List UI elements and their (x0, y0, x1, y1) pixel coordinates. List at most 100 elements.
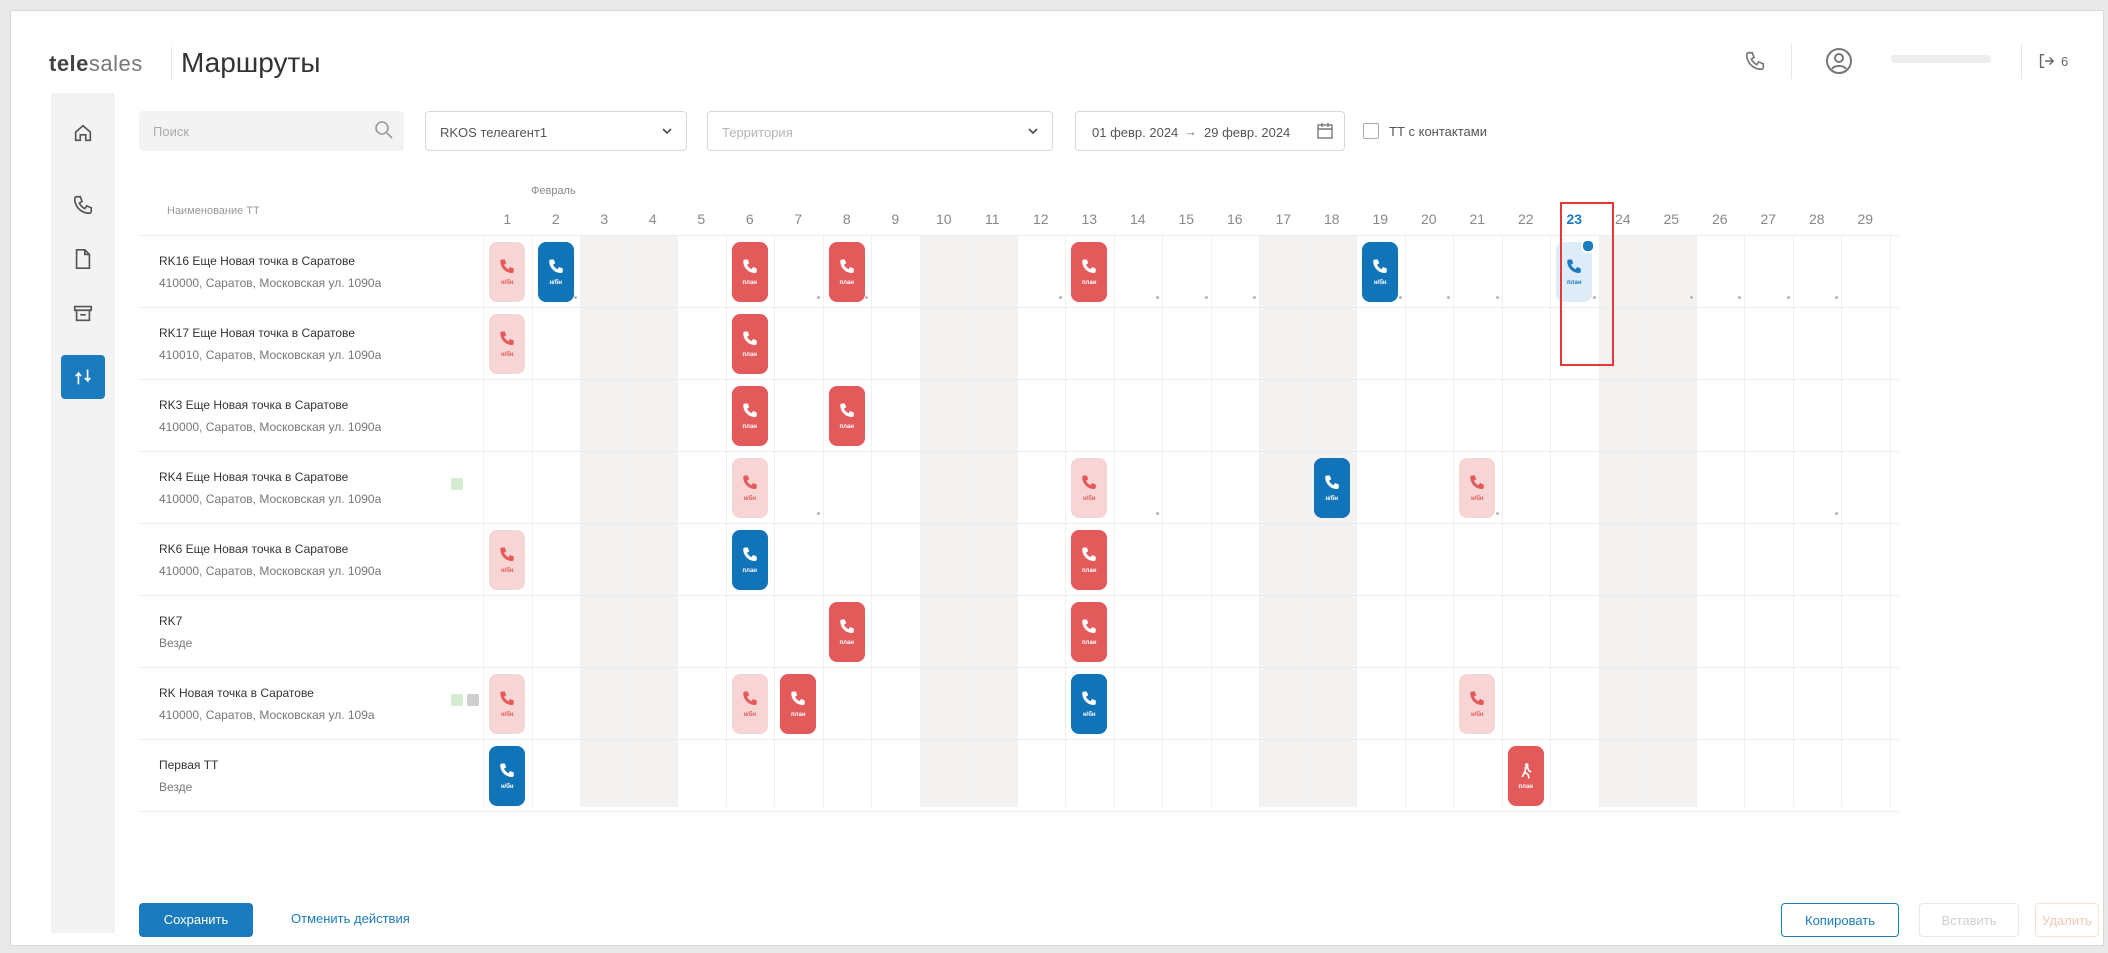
day-number[interactable]: 9 (871, 211, 919, 227)
home-icon (74, 124, 92, 142)
sidebar-item-outlets[interactable] (61, 291, 105, 335)
route-event-phone[interactable]: н/бн (1071, 674, 1108, 734)
day-number[interactable]: 2 (532, 211, 580, 227)
route-event-phone[interactable]: н/бн (489, 746, 526, 806)
day-number[interactable]: 27 (1744, 211, 1792, 227)
route-event-phone[interactable]: план (1071, 242, 1108, 302)
chevron-down-icon (1028, 128, 1038, 135)
phone-icon (73, 195, 93, 215)
table-row[interactable]: RK3 Еще Новая точка в Саратове 410000, Са… (139, 379, 1899, 452)
contacts-checkbox[interactable] (1363, 123, 1379, 139)
table-row[interactable]: RK4 Еще Новая точка в Саратове 410000, Са… (139, 451, 1899, 524)
copy-button[interactable]: Копировать (1781, 903, 1899, 937)
route-event-phone[interactable]: н/бн (1459, 458, 1496, 518)
phone-icon (1082, 547, 1096, 561)
agent-select[interactable]: RKOS телеагент1 (425, 111, 687, 151)
route-event-phone[interactable]: н/бн (731, 674, 768, 734)
outlet-address: 410000, Саратов, Московская ул. 1090а (159, 564, 382, 578)
sidebar-item-routes[interactable] (61, 355, 105, 399)
chevron-down-icon (662, 128, 672, 135)
table-row[interactable]: Первая ТТ Везде н/бн план (139, 739, 1899, 812)
day-number[interactable]: 28 (1793, 211, 1841, 227)
day-number[interactable]: 13 (1065, 211, 1113, 227)
save-button[interactable]: Сохранить (139, 903, 253, 937)
event-status-label: план (1082, 640, 1097, 646)
day-number[interactable]: 21 (1453, 211, 1501, 227)
day-number[interactable]: 17 (1259, 211, 1307, 227)
route-event-phone[interactable]: план (731, 386, 768, 446)
day-number[interactable]: 25 (1647, 211, 1695, 227)
sidebar-item-home[interactable] (61, 111, 105, 155)
paste-button[interactable]: Вставить (1919, 903, 2019, 937)
cancel-actions-link[interactable]: Отменить действия (291, 911, 410, 926)
route-event-phone[interactable]: план (828, 242, 865, 302)
call-status-button[interactable] (1739, 45, 1771, 77)
day-number[interactable]: 26 (1696, 211, 1744, 227)
day-number[interactable]: 7 (774, 211, 822, 227)
sidebar-item-calls[interactable] (61, 183, 105, 227)
day-number[interactable]: 11 (968, 211, 1016, 227)
date-from: 01 февр. 2024 (1092, 125, 1179, 140)
day-number[interactable]: 19 (1356, 211, 1404, 227)
outlet-address: Везде (159, 780, 193, 794)
route-event-phone[interactable]: план (1071, 602, 1108, 662)
day-number[interactable]: 4 (629, 211, 677, 227)
logout-button[interactable]: 6 (2037, 45, 2097, 77)
route-event-phone[interactable]: н/бн (1071, 458, 1108, 518)
agent-select-value: RKOS телеагент1 (440, 125, 548, 140)
route-event-phone[interactable]: н/бн (489, 674, 526, 734)
route-event-phone[interactable]: н/бн (1313, 458, 1350, 518)
table-row[interactable]: RK17 Еще Новая точка в Саратове 410010, С… (139, 307, 1899, 380)
route-event-phone[interactable]: н/бн (489, 530, 526, 590)
route-event-phone[interactable]: план (1071, 530, 1108, 590)
route-event-phone[interactable]: н/бн (1459, 674, 1496, 734)
date-to: 29 февр. 2024 (1204, 125, 1291, 140)
day-number[interactable]: 18 (1308, 211, 1356, 227)
route-event-phone[interactable]: план (780, 674, 817, 734)
day-number[interactable]: 5 (677, 211, 725, 227)
date-separator: → (1184, 124, 1197, 139)
route-event-phone[interactable]: план (731, 242, 768, 302)
route-event-phone[interactable]: план (731, 314, 768, 374)
day-number[interactable]: 12 (1017, 211, 1065, 227)
day-number[interactable]: 14 (1114, 211, 1162, 227)
day-number[interactable]: 3 (580, 211, 628, 227)
day-number[interactable]: 22 (1502, 211, 1550, 227)
contact-person-icon (467, 694, 479, 706)
outlet-name: Первая ТТ (159, 758, 219, 772)
day-number[interactable]: 15 (1162, 211, 1210, 227)
delete-button[interactable]: Удалить (2035, 903, 2099, 937)
day-number[interactable]: 10 (920, 211, 968, 227)
route-event-phone[interactable]: план (828, 602, 865, 662)
table-row[interactable]: RK6 Еще Новая точка в Саратове 410000, Са… (139, 523, 1899, 596)
empty-slot-marker (1835, 512, 1838, 515)
route-event-phone[interactable]: план (828, 386, 865, 446)
day-number[interactable]: 6 (726, 211, 774, 227)
route-event-phone[interactable]: н/бн (489, 242, 526, 302)
territory-select[interactable]: Территория (707, 111, 1053, 151)
day-number[interactable]: 20 (1405, 211, 1453, 227)
table-row[interactable]: RK7 Везде план план (139, 595, 1899, 668)
table-row[interactable]: RK16 Еще Новая точка в Саратове 410000, С… (139, 235, 1899, 308)
route-event-phone[interactable]: н/бн (489, 314, 526, 374)
outlet-name: RK4 Еще Новая точка в Саратове (159, 470, 349, 484)
outlet-address: 410010, Саратов, Московская ул. 1090а (159, 348, 382, 362)
day-number[interactable]: 8 (823, 211, 871, 227)
user-avatar-button[interactable] (1823, 45, 1855, 77)
route-event-phone[interactable]: н/бн (1362, 242, 1399, 302)
date-range-picker[interactable]: 01 февр. 2024 → 29 февр. 2024 (1075, 111, 1345, 151)
route-event-phone[interactable]: н/бн (537, 242, 574, 302)
day-number[interactable]: 29 (1841, 211, 1889, 227)
outlet-address: 410000, Саратов, Московская ул. 1090а (159, 492, 382, 506)
phone-icon (500, 691, 514, 705)
sidebar-item-documents[interactable] (61, 237, 105, 281)
route-event-phone[interactable]: н/бн (731, 458, 768, 518)
table-row[interactable]: RK Новая точка в Саратове 410000, Саратов… (139, 667, 1899, 740)
route-event-phone[interactable]: план (731, 530, 768, 590)
search-input[interactable]: Поиск (139, 111, 404, 151)
event-status-label: н/бн (500, 352, 514, 358)
event-status-label: план (742, 568, 757, 574)
day-number[interactable]: 1 (483, 211, 531, 227)
day-number[interactable]: 16 (1211, 211, 1259, 227)
route-event-visit[interactable]: план (1507, 746, 1544, 806)
